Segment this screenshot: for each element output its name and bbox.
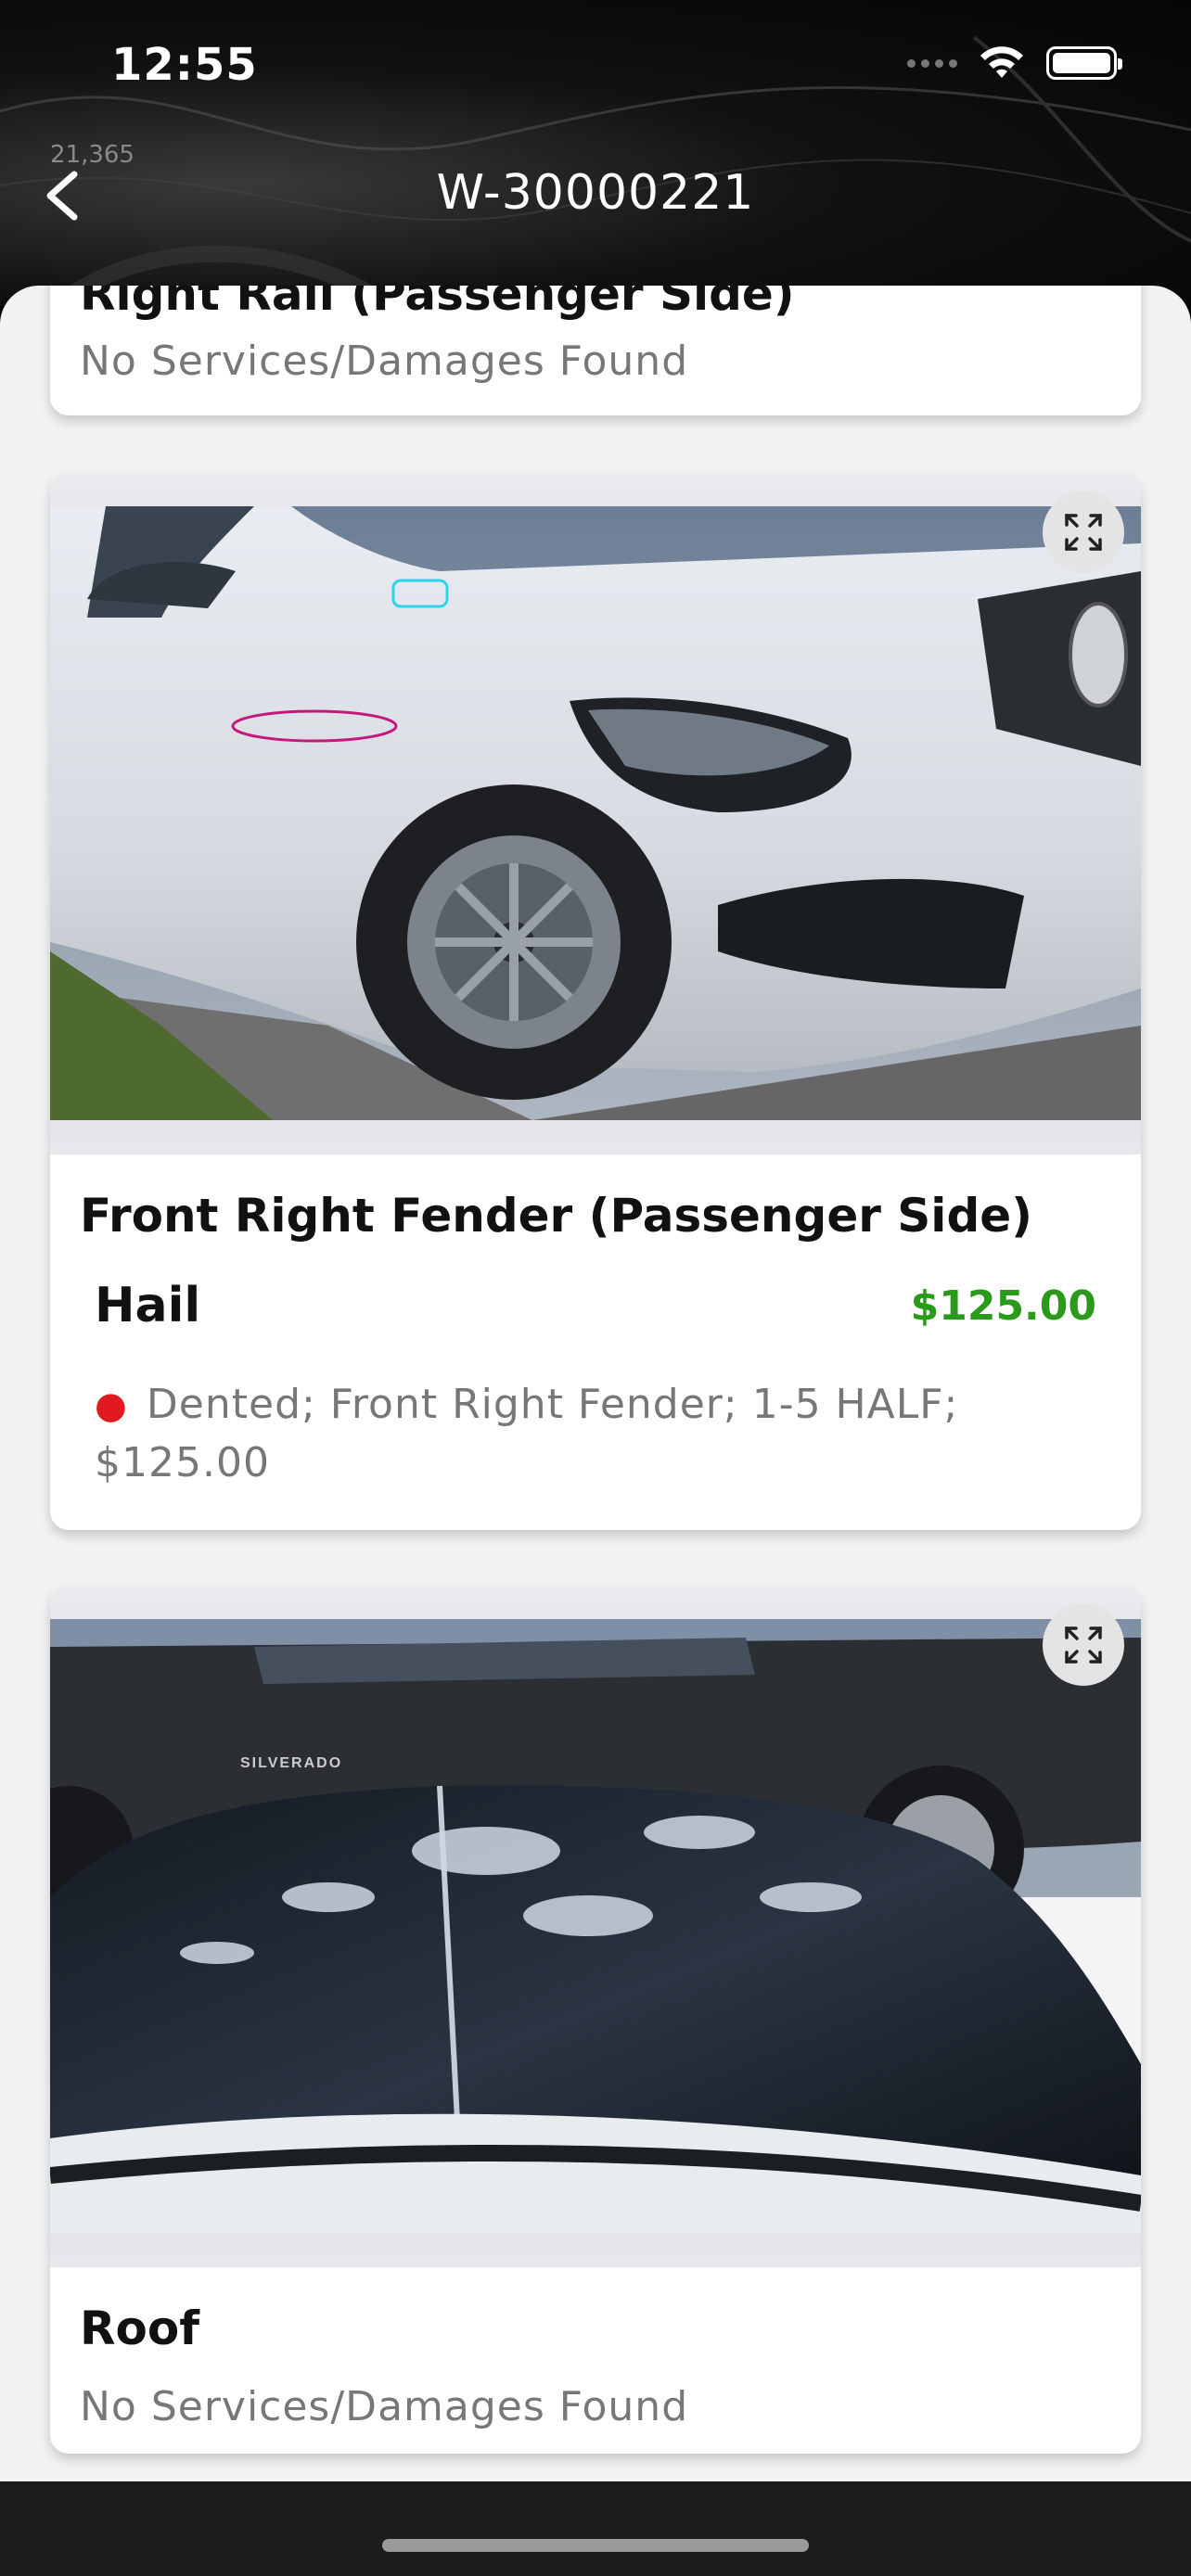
photo-frame — [50, 473, 1141, 1154]
car-fender-photo[interactable] — [50, 506, 1141, 1120]
expand-button[interactable] — [1043, 491, 1124, 573]
expand-icon — [1065, 514, 1102, 551]
card-status: No Services/Damages Found — [80, 338, 689, 385]
home-indicator[interactable] — [382, 2539, 809, 2552]
card-title: Front Right Fender (Passenger Side) — [80, 1189, 1033, 1243]
roof-photo[interactable]: SILVERADO — [50, 1619, 1141, 2233]
battery-icon — [1046, 46, 1122, 80]
status-icons — [907, 45, 1122, 82]
damage-card-front-right-fender[interactable]: Front Right Fender (Passenger Side) Hail… — [50, 473, 1141, 1530]
card-title: Roof — [80, 2302, 199, 2355]
expand-button[interactable] — [1043, 1604, 1124, 1686]
damage-price: $125.00 — [910, 1282, 1096, 1330]
damage-type: Hail — [95, 1278, 201, 1333]
truck-badge-text: SILVERADO — [240, 1755, 342, 1771]
header: 12:55 21,365 W-30000221 — [0, 0, 1191, 306]
card-title: Right Rail (Passenger Side) — [80, 286, 795, 321]
signal-icon — [907, 58, 957, 68]
photo-frame: SILVERADO — [50, 1586, 1141, 2267]
damage-row: Hail $125.00 — [95, 1278, 1096, 1333]
damage-detail-text: Dented; Front Right Fender; 1-5 HALF; $1… — [95, 1381, 959, 1486]
bottom-bar — [0, 2481, 1191, 2576]
bullet-icon: ● — [95, 1384, 128, 1427]
expand-icon — [1065, 1626, 1102, 1664]
card-status: No Services/Damages Found — [80, 2383, 689, 2430]
damage-card-right-rail[interactable]: Right Rail (Passenger Side) No Services/… — [50, 286, 1141, 415]
wifi-icon — [980, 46, 1023, 78]
page-title: W-30000221 — [436, 165, 755, 221]
damage-card-roof[interactable]: SILVERADO Roof No Services/Damages Found — [50, 1586, 1141, 2454]
status-time: 12:55 — [111, 39, 258, 91]
damage-detail: ● Dented; Front Right Fender; 1-5 HALF; $… — [95, 1376, 1048, 1492]
content-panel[interactable]: Right Rail (Passenger Side) No Services/… — [0, 286, 1191, 2481]
